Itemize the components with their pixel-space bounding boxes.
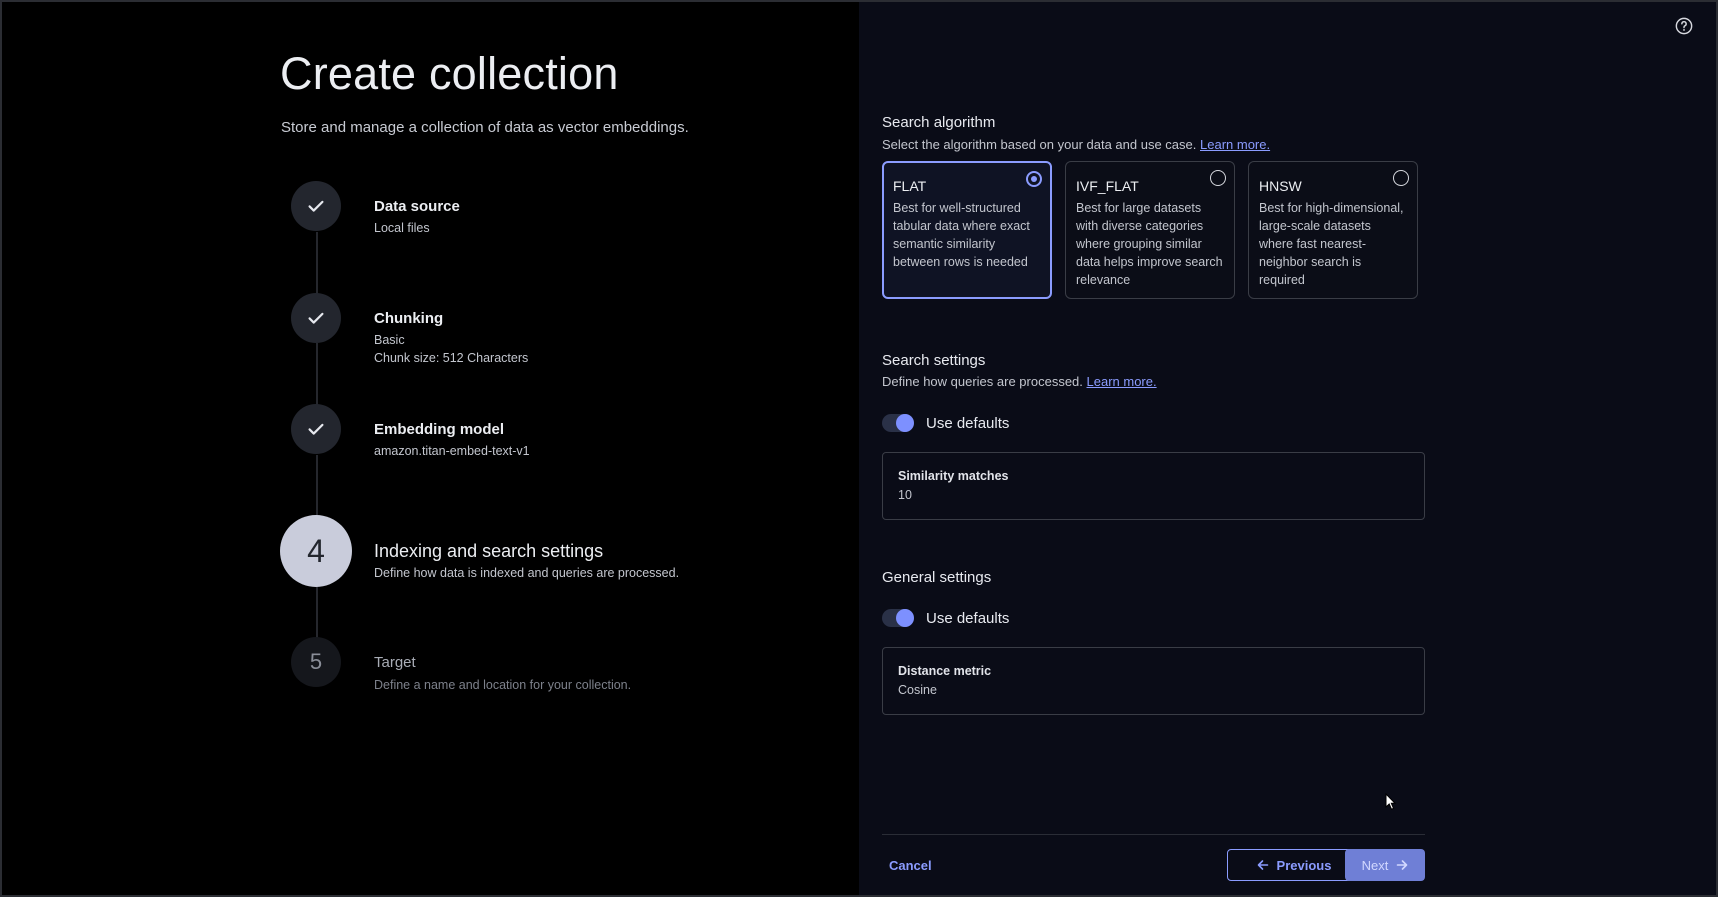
- step-3-title: Embedding model: [374, 421, 505, 438]
- toggle-knob: [896, 414, 914, 432]
- step-connector: [316, 343, 318, 405]
- general-use-defaults-toggle[interactable]: [882, 609, 914, 627]
- algorithm-option-description: Best for large datasets with diverse cat…: [1076, 201, 1223, 287]
- check-icon: [308, 423, 324, 435]
- algorithm-option-ivf-flat[interactable]: IVF_FLAT Best for large datasets with di…: [1065, 161, 1235, 299]
- arrow-right-icon: [1397, 860, 1408, 870]
- search-algorithm-learn-more-link[interactable]: Learn more.: [1200, 137, 1270, 152]
- distance-metric-field: Distance metric Cosine: [882, 647, 1425, 715]
- previous-button[interactable]: Previous: [1227, 849, 1361, 881]
- step-2-title: Chunking: [374, 310, 444, 327]
- cursor-icon: [1385, 793, 1397, 810]
- step-2-detail: Chunk size: 512 Characters: [374, 351, 529, 365]
- step-3-detail: amazon.titan-embed-text-v1: [374, 444, 530, 458]
- search-algorithm-heading: Search algorithm: [882, 114, 996, 131]
- algorithm-option-description: Best for well-structured tabular data wh…: [893, 201, 1030, 269]
- check-icon: [308, 200, 324, 212]
- step-4-detail: Define how data is indexed and queries a…: [374, 566, 680, 580]
- step-1-title: Data source: [374, 198, 460, 215]
- search-settings-description-text: Define how queries are processed.: [882, 374, 1083, 389]
- distance-metric-label: Distance metric: [898, 664, 992, 678]
- algorithm-option-flat[interactable]: FLAT Best for well-structured tabular da…: [882, 161, 1052, 299]
- check-icon: [308, 312, 324, 324]
- step-3-complete-icon: [291, 404, 341, 454]
- cancel-button[interactable]: Cancel: [882, 849, 939, 881]
- step-5-number: 5: [291, 637, 341, 687]
- algorithm-option-name: HNSW: [1259, 178, 1302, 194]
- similarity-matches-label: Similarity matches: [898, 469, 1009, 483]
- radio-button-ivf-flat[interactable]: [1210, 170, 1226, 186]
- progress-panel: Create collection Store and manage a col…: [0, 0, 859, 897]
- step-5-title: Target: [374, 654, 416, 671]
- step-4-number: 4: [280, 515, 352, 587]
- page-title: Create collection: [280, 48, 619, 99]
- step-1-detail: Local files: [374, 221, 430, 235]
- step-connector: [316, 232, 318, 294]
- radio-button-flat[interactable]: [1026, 171, 1042, 187]
- help-icon[interactable]: [1675, 17, 1693, 35]
- search-settings-heading: Search settings: [882, 352, 986, 369]
- general-settings-heading: General settings: [882, 569, 992, 586]
- algorithm-option-name: IVF_FLAT: [1076, 178, 1139, 194]
- search-use-defaults-label: Use defaults: [926, 415, 1010, 432]
- similarity-matches-value: 10: [898, 488, 912, 502]
- step-connector: [316, 455, 318, 517]
- previous-button-label: Previous: [1276, 857, 1332, 873]
- toggle-knob: [896, 609, 914, 627]
- search-settings-learn-more-link[interactable]: Learn more.: [1087, 374, 1157, 389]
- algorithm-option-description: Best for high-dimensional, large-scale d…: [1259, 201, 1404, 287]
- similarity-matches-field: Similarity matches 10: [882, 452, 1425, 520]
- search-algorithm-description-text: Select the algorithm based on your data …: [882, 137, 1197, 152]
- algorithm-option-name: FLAT: [893, 178, 927, 194]
- step-2-detail: Basic: [374, 333, 405, 347]
- step-5-detail: Define a name and location for your coll…: [374, 678, 632, 692]
- search-algorithm-description: Select the algorithm based on your data …: [882, 137, 1270, 152]
- page-subtitle: Store and manage a collection of data as…: [281, 119, 689, 136]
- search-use-defaults-toggle[interactable]: [882, 414, 914, 432]
- step-2-complete-icon: [291, 293, 341, 343]
- distance-metric-value: Cosine: [898, 683, 937, 697]
- search-settings-description: Define how queries are processed. Learn …: [882, 374, 1157, 389]
- arrow-left-icon: [1257, 860, 1268, 870]
- radio-button-hnsw[interactable]: [1393, 170, 1409, 186]
- step-1-complete-icon: [291, 181, 341, 231]
- algorithm-option-hnsw[interactable]: HNSW Best for high-dimensional, large-sc…: [1248, 161, 1418, 299]
- general-use-defaults-label: Use defaults: [926, 610, 1010, 627]
- settings-panel: [859, 0, 1718, 897]
- step-4-title: Indexing and search settings: [374, 541, 604, 561]
- footer-divider: [882, 834, 1425, 835]
- step-connector: [316, 586, 318, 640]
- next-button[interactable]: Next: [1345, 849, 1425, 881]
- next-button-label: Next: [1361, 857, 1389, 873]
